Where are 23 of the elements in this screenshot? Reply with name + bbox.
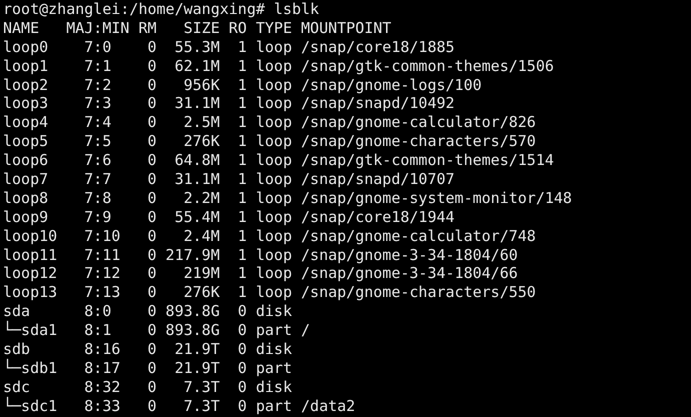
output-line: └─sdc1 8:33 0 7.3T 0 part /data2 — [3, 396, 356, 415]
command-text: lsblk — [274, 0, 320, 18]
output-line: loop6 7:6 0 64.8M 1 loop /snap/gtk-common-themes/1514 — [3, 151, 554, 170]
output-line: loop3 7:3 0 31.1M 1 loop /snap/snapd/10492 — [3, 94, 455, 112]
output-line: loop8 7:8 0 2.2M 1 loop /snap/gnome-system-monitor/148 — [3, 188, 572, 207]
output-line: sda 8:0 0 893.8G 0 disk — [3, 302, 292, 320]
output-line: └─sdb1 8:17 0 21.9T 0 part — [3, 358, 292, 377]
output-line: loop11 7:11 0 217.9M 1 loop /snap/gnome-3-34-1804/60 — [3, 246, 518, 264]
output-line: └─sda1 8:1 0 893.8G 0 part / — [3, 321, 310, 340]
output-line: loop12 7:12 0 219M 1 loop /snap/gnome-3-34-1804/66 — [3, 264, 518, 282]
output-line: loop5 7:5 0 276K 1 loop /snap/gnome-characters/570 — [3, 132, 536, 150]
output-line: NAME MAJ:MIN RM SIZE RO TYPE MOUNTPOINT — [3, 18, 392, 37]
output-line: loop4 7:4 0 2.5M 1 loop /snap/gnome-calculator/826 — [3, 113, 536, 132]
output-line: loop7 7:7 0 31.1M 1 loop /snap/snapd/10707 — [3, 170, 455, 188]
output-line: loop0 7:0 0 55.3M 1 loop /snap/core18/1885 — [3, 38, 455, 56]
output-line: loop10 7:10 0 2.4M 1 loop /snap/gnome-calculator/748 — [3, 226, 536, 245]
output-line: loop9 7:9 0 55.4M 1 loop /snap/core18/1944 — [3, 208, 455, 226]
output-line: loop1 7:1 0 62.1M 1 loop /snap/gtk-common-themes/1506 — [3, 56, 554, 75]
output-line: sdb 8:16 0 21.9T 0 disk — [3, 340, 292, 358]
output-line: loop13 7:13 0 276K 1 loop /snap/gnome-characters/550 — [3, 283, 536, 302]
output-line: loop2 7:2 0 956K 1 loop /snap/gnome-logs/100 — [3, 76, 482, 94]
output-line: sdc 8:32 0 7.3T 0 disk — [3, 378, 292, 396]
shell-prompt: root@zhanglei:/home/wangxing# — [3, 0, 265, 18]
